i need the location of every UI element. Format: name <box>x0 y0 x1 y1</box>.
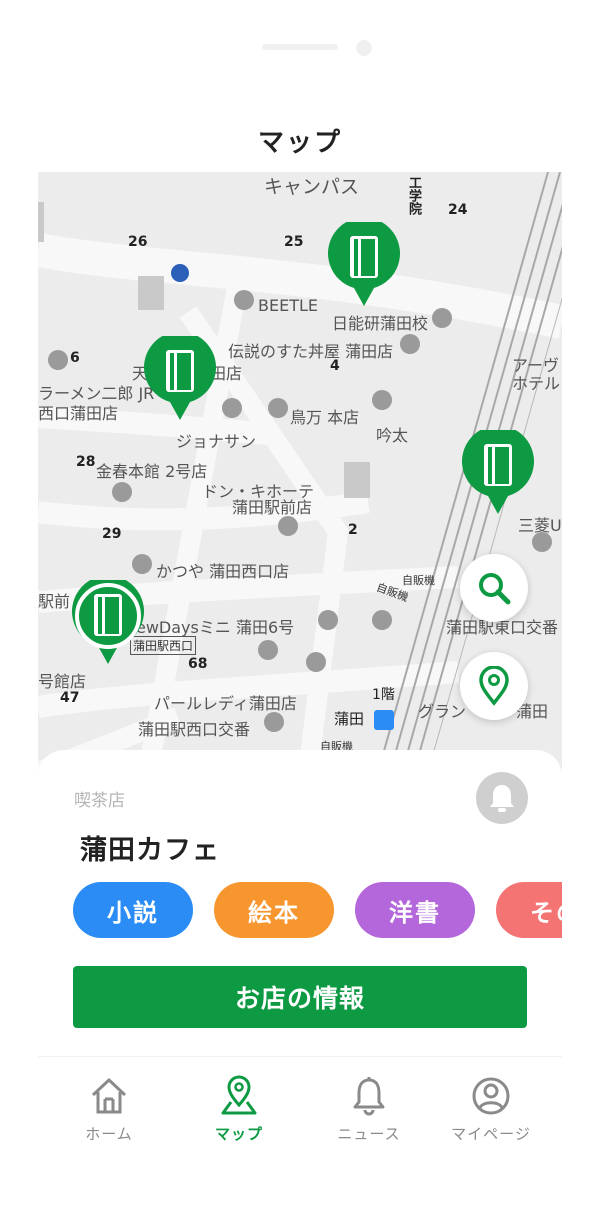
map-label-grand: グラン <box>418 702 467 721</box>
map-label-campus: キャンパス <box>264 176 360 198</box>
notify-button[interactable] <box>476 772 528 824</box>
map-label-kogakuin: 工学院 <box>406 176 421 215</box>
poi-restaurant-icon <box>132 554 152 574</box>
status-bar <box>0 40 600 56</box>
genre-chips: 小説 絵本 洋書 その <box>73 882 562 938</box>
map-number: 26 <box>128 234 148 250</box>
poi-restaurant-icon <box>306 652 326 672</box>
map-pin-icon <box>221 1075 257 1115</box>
map-label-beetle: BEETLE <box>258 296 318 315</box>
genre-chip-foreign-books[interactable]: 洋書 <box>355 882 475 938</box>
tab-mypage[interactable]: マイページ <box>436 1067 546 1147</box>
map-label-donki-2: 蒲田駅前店 <box>232 498 313 517</box>
map-label-katsuya: かつや 蒲田西口店 <box>156 562 290 581</box>
tab-news-label: ニュース <box>337 1125 401 1143</box>
map-number: 68 <box>188 656 208 672</box>
poi-restaurant-icon <box>48 350 68 370</box>
poi-school-icon <box>432 308 452 328</box>
map-label-densetsu: 伝説のすた丼屋 蒲田店 <box>228 342 394 361</box>
map-number: 6 <box>70 350 80 366</box>
tab-home[interactable]: ホーム <box>54 1067 164 1147</box>
poi-restaurant-icon <box>112 482 132 502</box>
map-label-floor-1: 1階 <box>372 687 395 703</box>
map-number: 4 <box>330 358 340 374</box>
tab-mypage-label: マイページ <box>451 1125 531 1143</box>
poi-post-icon <box>372 610 392 630</box>
poi-bank-icon <box>532 532 552 552</box>
poi-restaurant-icon <box>234 290 254 310</box>
bookstore-map-pin[interactable] <box>462 425 534 516</box>
map-number: 47 <box>60 690 80 706</box>
genre-chip-novel[interactable]: 小説 <box>73 882 193 938</box>
map-label-kamata: 蒲田 <box>334 710 365 728</box>
tab-home-label: ホーム <box>85 1125 133 1143</box>
tab-map-label: マップ <box>214 1125 263 1143</box>
map-label-pearl: パールレディ蒲田店 <box>154 694 297 713</box>
poi-restaurant-icon <box>372 390 392 410</box>
map-label-nihon-noken: 日能研蒲田校 <box>332 314 429 333</box>
bottom-tab-bar: ホーム マップ ニュース マイページ <box>38 1056 562 1147</box>
shop-detail-sheet: 喫茶店 蒲田カフェ 小説 絵本 洋書 その お店の情報 <box>38 750 562 1056</box>
map-number: 24 <box>448 202 468 218</box>
status-indicator-dot <box>356 40 372 56</box>
map-label-ramen-2: 西口蒲田店 <box>38 404 119 423</box>
map-label-koban: 蒲田駅西口交番 <box>138 720 251 739</box>
poi-restaurant-icon <box>400 334 420 354</box>
poi-restaurant-icon <box>268 398 288 418</box>
map-label-ekimae: 駅前 <box>38 592 71 611</box>
map-label-apa-2: ホテル <box>512 374 561 393</box>
poi-restaurant-icon <box>264 712 284 732</box>
page-title: マップ <box>257 128 342 158</box>
genre-chip-other[interactable]: その <box>496 882 562 938</box>
map-search-button[interactable] <box>460 554 528 622</box>
selected-bookstore-map-pin[interactable] <box>72 575 144 666</box>
tab-news[interactable]: ニュース <box>314 1067 424 1147</box>
shop-name: 蒲田カフェ <box>80 835 220 866</box>
search-icon <box>479 573 511 605</box>
user-icon <box>472 1077 510 1115</box>
bookstore-map-pin[interactable] <box>144 331 216 422</box>
map-number: 29 <box>102 526 122 542</box>
map-view[interactable]: キャンパス 工学院 BEETLE 日能研蒲田校 伝説のすた丼屋 蒲田店 天 田店… <box>38 172 562 772</box>
map-label-gokan: 号館店 <box>38 672 87 691</box>
poi-restaurant-icon <box>318 610 338 630</box>
map-label-newdays: ewDaysミニ 蒲田6号 <box>136 618 295 637</box>
map-number: 28 <box>76 454 96 470</box>
poi-shop-icon <box>258 640 278 660</box>
map-number: 25 <box>284 234 304 250</box>
poi-restaurant-icon <box>222 398 242 418</box>
shop-info-button[interactable]: お店の情報 <box>73 966 527 1028</box>
tab-map[interactable]: マップ <box>184 1067 294 1147</box>
map-label-ginta: 吟太 <box>376 426 409 445</box>
poi-shop-icon <box>278 516 298 536</box>
bell-icon <box>490 785 514 812</box>
map-label-torimanhonten: 鳥万 本店 <box>290 408 360 427</box>
status-indicator-pill <box>262 44 338 50</box>
map-label-jonathan: ジョナサン <box>176 432 257 451</box>
bookstore-map-pin[interactable] <box>328 217 400 308</box>
station-icon <box>374 710 394 730</box>
bell-icon <box>353 1077 385 1116</box>
genre-chip-picturebook[interactable]: 絵本 <box>214 882 334 938</box>
shop-category: 喫茶店 <box>74 791 125 811</box>
map-label-vending-1: 自販機 <box>402 574 435 587</box>
location-pin-icon <box>479 666 509 706</box>
home-icon <box>91 1078 127 1114</box>
map-label-kinharu: 金春本館 2号店 <box>96 462 208 481</box>
map-number: 2 <box>348 522 358 538</box>
current-location-button[interactable] <box>460 652 528 720</box>
